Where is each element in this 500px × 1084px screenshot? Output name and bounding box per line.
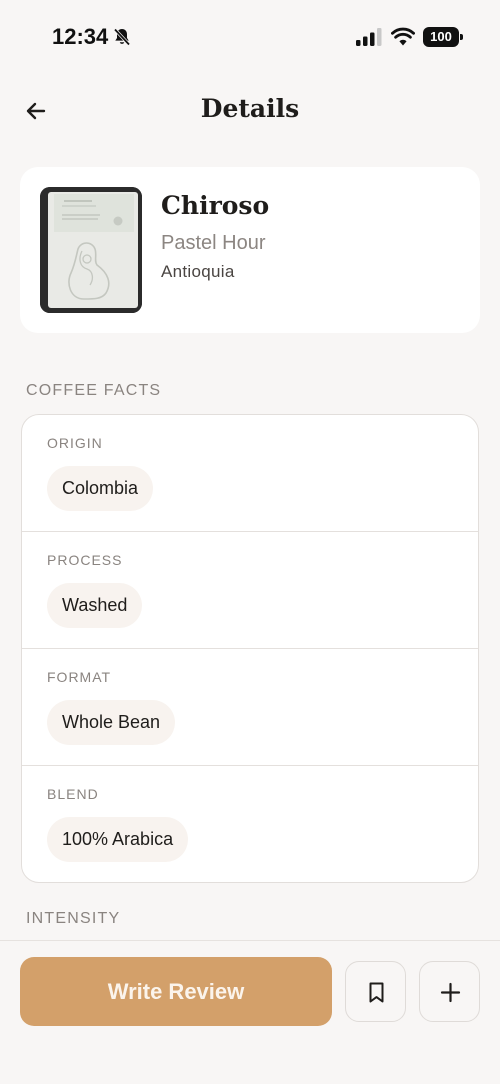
fact-label: PROCESS bbox=[47, 552, 123, 568]
fact-row-format: FORMAT Whole Bean bbox=[22, 649, 478, 766]
plus-icon bbox=[440, 982, 461, 1003]
signal-icon bbox=[356, 28, 382, 46]
add-button[interactable] bbox=[419, 961, 480, 1022]
fact-label: ORIGIN bbox=[47, 435, 103, 451]
fact-chip: 100% Arabica bbox=[47, 817, 189, 862]
fact-chip: Whole Bean bbox=[47, 700, 176, 745]
fact-chip: Colombia bbox=[47, 466, 154, 511]
page-title: Details bbox=[200, 94, 300, 123]
intensity-heading: INTENSITY bbox=[26, 910, 121, 927]
bottom-action-bar: Write Review bbox=[0, 940, 500, 1084]
status-time: 12:34 bbox=[52, 24, 109, 49]
fact-row-blend: BLEND 100% Arabica bbox=[22, 766, 478, 882]
fact-label: BLEND bbox=[47, 786, 99, 802]
coffee-name: Chiroso bbox=[161, 191, 270, 220]
bookmark-icon bbox=[369, 982, 384, 1003]
coffee-bag-image bbox=[40, 187, 142, 313]
coffee-region: Antioquia bbox=[161, 262, 235, 281]
wifi-icon bbox=[391, 27, 415, 46]
battery-icon: 100 bbox=[423, 27, 463, 47]
coffee-details-screen: 12:34 100 Details Chiroso Pastel Hour An… bbox=[0, 0, 500, 1084]
fact-row-process: PROCESS Washed bbox=[22, 532, 478, 649]
status-bar: 12:34 100 bbox=[0, 0, 500, 74]
fact-chip: Washed bbox=[47, 583, 143, 628]
fact-label: FORMAT bbox=[47, 669, 112, 685]
coffee-facts-heading: COFFEE FACTS bbox=[26, 382, 162, 399]
bell-slash-icon bbox=[113, 28, 131, 46]
coffee-facts-card: ORIGIN Colombia PROCESS Washed FORMAT Wh… bbox=[21, 414, 479, 883]
bookmark-button[interactable] bbox=[345, 961, 406, 1022]
product-card: Chiroso Pastel Hour Antioquia bbox=[20, 167, 480, 333]
fact-row-origin: ORIGIN Colombia bbox=[22, 415, 478, 532]
write-review-button[interactable]: Write Review bbox=[20, 957, 332, 1026]
roaster-name: Pastel Hour bbox=[161, 232, 266, 254]
